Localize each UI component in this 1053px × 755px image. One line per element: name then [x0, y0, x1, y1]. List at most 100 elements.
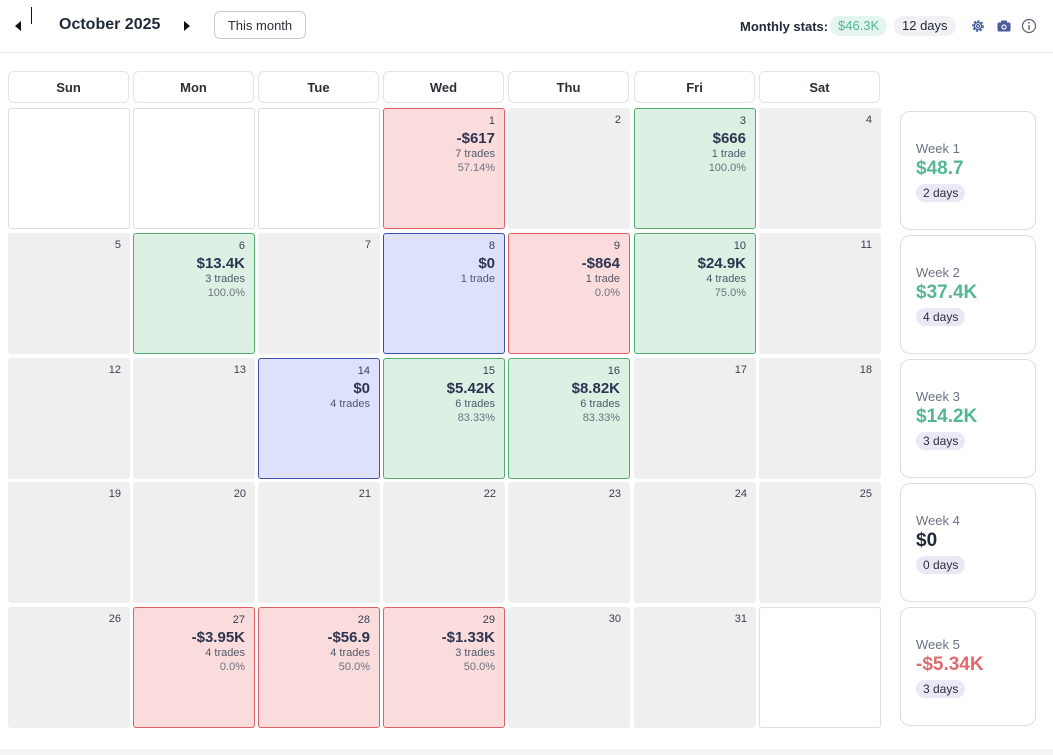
caret-right-icon	[184, 21, 190, 31]
day-pnl: $8.82K	[571, 380, 620, 397]
day-number: 18	[859, 364, 872, 376]
calendar-day-cell[interactable]: 15 $5.42K 6 trades 83.33%	[383, 358, 505, 479]
monthly-days-badge: 12 days	[894, 16, 956, 36]
day-win-rate: 100.0%	[207, 287, 245, 299]
calendar-day-cell[interactable]: 5	[8, 233, 130, 354]
calendar-day-cell[interactable]: 28 -$56.9 4 trades 50.0%	[258, 607, 380, 728]
calendar-day-cell[interactable]: 30	[508, 607, 630, 728]
week-summary-card[interactable]: Week 4 $0 0 days	[900, 483, 1036, 602]
day-number: 31	[734, 613, 747, 625]
prev-month-button[interactable]	[8, 14, 28, 38]
calendar-day-cell[interactable]: 20	[133, 482, 255, 603]
week-summary-card[interactable]: Week 1 $48.7 2 days	[900, 111, 1036, 230]
calendar-day-cell[interactable]: 21	[258, 482, 380, 603]
calendar-day-cell[interactable]: 3 $666 1 trade 100.0%	[634, 108, 756, 229]
calendar-day-cell[interactable]: 1 -$617 7 trades 57.14%	[383, 108, 505, 229]
weekday-header-fri: Fri	[634, 71, 755, 103]
calendar-day-cell[interactable]: 26	[8, 607, 130, 728]
calendar-day-cell[interactable]: 8 $0 1 trade	[383, 233, 505, 354]
calendar-day-cell[interactable]: 2	[508, 108, 630, 229]
week-label: Week 4	[916, 513, 960, 528]
calendar-panel: October 2025 This month Monthly stats: $…	[0, 0, 1053, 749]
monthly-profit-badge: $46.3K	[830, 16, 888, 36]
day-win-rate: 50.0%	[463, 661, 495, 673]
weekday-header-sun: Sun	[8, 71, 129, 103]
day-win-rate: 57.14%	[457, 162, 495, 174]
day-pnl: -$3.95K	[191, 629, 245, 646]
camera-icon[interactable]	[996, 18, 1012, 34]
day-pnl: $0	[353, 380, 370, 397]
day-pnl: $666	[712, 130, 746, 147]
calendar-day-cell[interactable]: 13	[133, 358, 255, 479]
day-number: 13	[233, 364, 246, 376]
week-days-badge: 3 days	[916, 680, 966, 698]
week-days-badge: 0 days	[916, 556, 966, 574]
month-title: October 2025	[59, 16, 161, 33]
weekday-header-mon: Mon	[133, 71, 254, 103]
day-win-rate: 0.0%	[219, 661, 245, 673]
calendar-day-cell[interactable]: 17	[634, 358, 756, 479]
day-win-rate: 83.33%	[457, 412, 495, 424]
day-number: 4	[865, 114, 872, 126]
day-number: 21	[358, 488, 371, 500]
calendar-day-cell[interactable]: 14 $0 4 trades	[258, 358, 380, 479]
calendar-day-cell[interactable]: 31	[634, 607, 756, 728]
calendar-day-cell[interactable]: 27 -$3.95K 4 trades 0.0%	[133, 607, 255, 728]
week-label: Week 2	[916, 265, 960, 280]
day-number: 9	[613, 240, 620, 252]
day-number: 6	[238, 240, 245, 252]
day-trade-count: 1 trade	[460, 273, 495, 285]
week-days-badge: 4 days	[916, 308, 966, 326]
week-label: Week 3	[916, 389, 960, 404]
week-summary-card[interactable]: Week 2 $37.4K 4 days	[900, 235, 1036, 354]
day-number: 5	[114, 239, 121, 251]
week-summary-card[interactable]: Week 3 $14.2K 3 days	[900, 359, 1036, 478]
next-month-button[interactable]	[177, 14, 197, 38]
calendar-day-cell[interactable]: 19	[8, 482, 130, 603]
calendar-day-cell[interactable]: 23	[508, 482, 630, 603]
day-win-rate: 0.0%	[594, 287, 620, 299]
calendar-day-cell[interactable]: 25	[759, 482, 881, 603]
calendar-day-cell[interactable]: 12	[8, 358, 130, 479]
day-trade-count: 4 trades	[205, 647, 245, 659]
day-number: 17	[734, 364, 747, 376]
text-cursor	[31, 7, 32, 24]
calendar-day-cell[interactable]: 10 $24.9K 4 trades 75.0%	[634, 233, 756, 354]
day-win-rate: 75.0%	[714, 287, 746, 299]
day-number: 2	[614, 114, 621, 126]
week-label: Week 1	[916, 141, 960, 156]
week-pnl: $37.4K	[916, 282, 978, 303]
week-summary-card[interactable]: Week 5 -$5.34K 3 days	[900, 607, 1036, 726]
day-number: 29	[482, 614, 495, 626]
week-pnl: $0	[916, 530, 938, 551]
weekday-header-sat: Sat	[759, 71, 880, 103]
week-pnl: -$5.34K	[916, 654, 984, 675]
calendar-day-cell[interactable]: 18	[759, 358, 881, 479]
day-trade-count: 1 trade	[585, 273, 620, 285]
calendar-day-cell[interactable]: 24	[634, 482, 756, 603]
day-number: 1	[488, 115, 495, 127]
week-pnl: $14.2K	[916, 406, 978, 427]
calendar-day-cell[interactable]: 9 -$864 1 trade 0.0%	[508, 233, 630, 354]
day-number: 24	[734, 488, 747, 500]
day-trade-count: 4 trades	[706, 273, 746, 285]
calendar-day-cell[interactable]: 7	[258, 233, 380, 354]
day-pnl: $13.4K	[196, 255, 245, 272]
gear-icon[interactable]	[970, 18, 986, 34]
calendar-day-cell[interactable]: 16 $8.82K 6 trades 83.33%	[508, 358, 630, 479]
day-trade-count: 4 trades	[330, 398, 370, 410]
day-pnl: -$56.9	[327, 629, 370, 646]
day-trade-count: 4 trades	[330, 647, 370, 659]
this-month-button[interactable]: This month	[214, 11, 306, 39]
weekday-header-tue: Tue	[258, 71, 379, 103]
calendar-day-cell[interactable]: 22	[383, 482, 505, 603]
weekday-header-thu: Thu	[508, 71, 629, 103]
day-number: 8	[488, 240, 495, 252]
calendar-day-cell[interactable]: 6 $13.4K 3 trades 100.0%	[133, 233, 255, 354]
info-icon[interactable]	[1021, 18, 1037, 34]
calendar-day-cell[interactable]: 11	[759, 233, 881, 354]
calendar-day-cell[interactable]: 29 -$1.33K 3 trades 50.0%	[383, 607, 505, 728]
day-number: 14	[357, 365, 370, 377]
calendar-day-cell[interactable]: 4	[759, 108, 881, 229]
week-label: Week 5	[916, 637, 960, 652]
